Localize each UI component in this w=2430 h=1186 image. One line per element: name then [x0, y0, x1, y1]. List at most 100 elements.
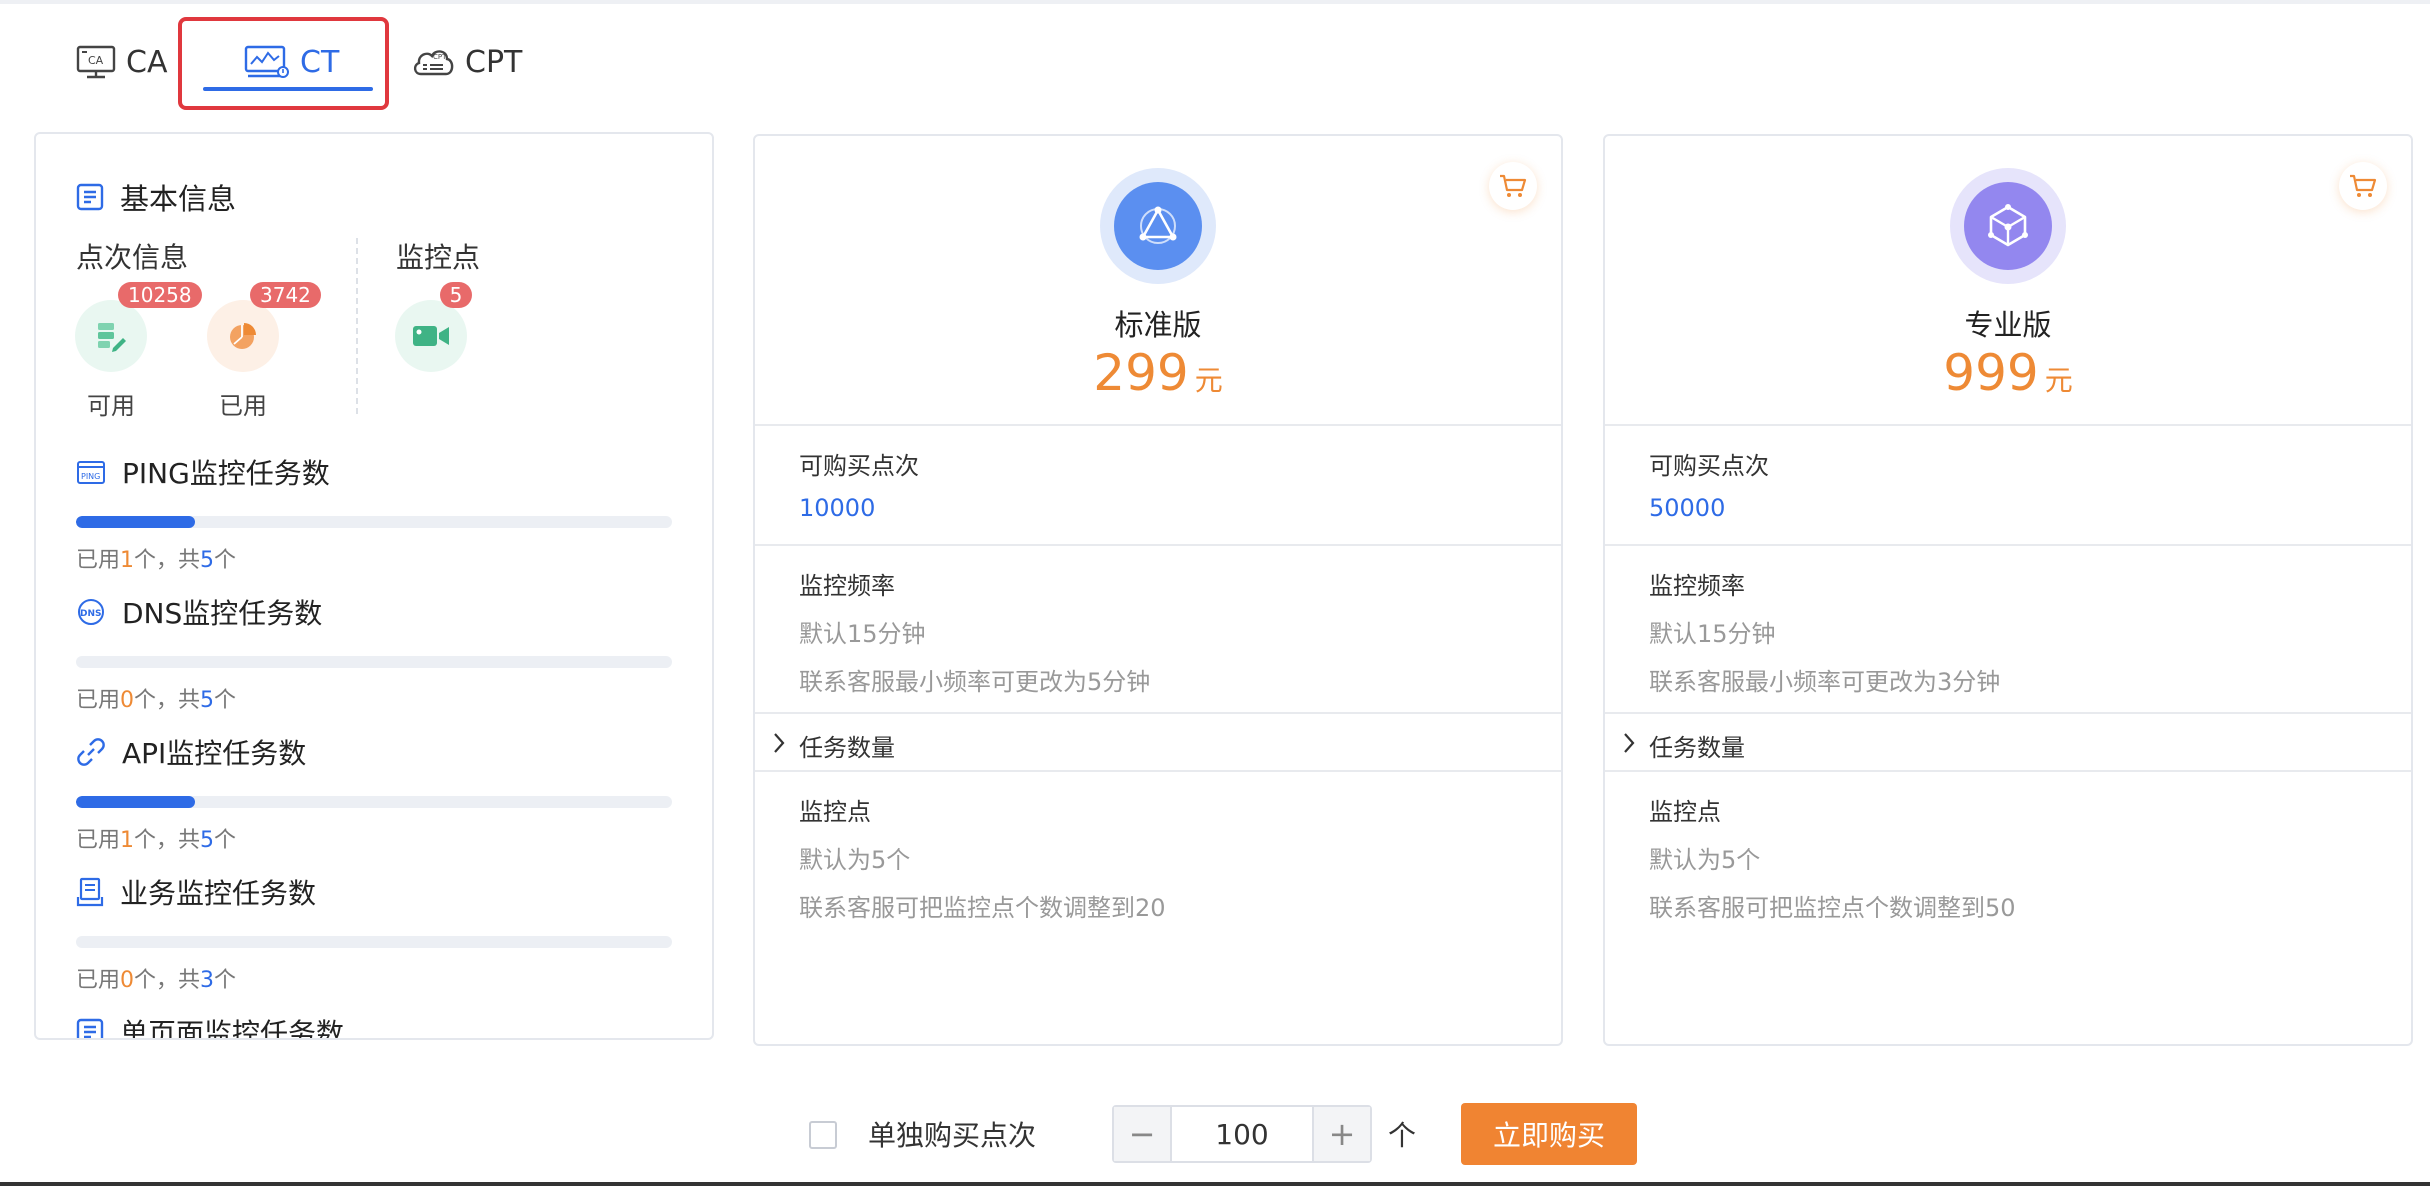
task-usage-text: 已用1个，共5个	[76, 548, 237, 573]
document-list-icon	[76, 183, 104, 211]
used-points-stat: 3742 已用	[198, 282, 321, 421]
buy-now-button[interactable]: 立即购买	[1461, 1103, 1637, 1165]
frequency-default: 默认15分钟	[1649, 620, 1776, 648]
task-progress-fill	[76, 516, 196, 528]
svg-text:CA: CA	[88, 54, 104, 67]
monitor-title: 监控点	[799, 798, 871, 826]
task-usage-text: 已用1个，共5个	[76, 828, 237, 853]
svg-text:DNS: DNS	[80, 609, 102, 619]
available-icon-circle	[75, 300, 147, 372]
api-task-block: API监控任务数 已用1个，共5个	[76, 732, 672, 854]
frequency-row: 监控频率 默认15分钟 联系客服最小频率可更改为5分钟	[755, 544, 1561, 712]
task-title: 单页面监控任务数	[120, 1017, 345, 1040]
monitor-default: 默认为5个	[1649, 846, 1761, 874]
cart-button-standard[interactable]	[1489, 162, 1537, 210]
available-points-stat: 10258 可用	[66, 282, 202, 421]
page-icon	[76, 1018, 104, 1038]
points-title: 可购买点次	[1649, 452, 1769, 480]
points-info-title: 点次信息	[76, 241, 189, 274]
tab-cpt[interactable]: CPT CPT	[411, 42, 522, 82]
task-title: DNS监控任务数	[122, 597, 323, 630]
tab-cpt-label: CPT	[465, 44, 523, 80]
points-value: 10000	[799, 494, 876, 522]
task-title: 业务监控任务数	[120, 877, 317, 910]
plan-price: 299 元	[1093, 344, 1223, 402]
monitor-note: 联系客服可把监控点个数调整到20	[799, 894, 1166, 922]
cart-icon	[2350, 174, 2377, 197]
task-count-row[interactable]: 任务数量	[1605, 712, 2411, 770]
task-count-row[interactable]: 任务数量	[755, 712, 1561, 770]
used-badge: 3742	[250, 282, 321, 308]
monitor-note: 联系客服可把监控点个数调整到50	[1649, 894, 2016, 922]
task-progress-track	[76, 656, 672, 668]
database-edit-icon	[98, 323, 126, 352]
frequency-title: 监控频率	[799, 572, 895, 600]
cloud-cpt-icon: CPT	[413, 50, 454, 76]
basic-info-title: 基本信息	[120, 182, 237, 216]
monitor-ca-icon: CA	[76, 45, 116, 79]
monitor-points-title: 监控点	[396, 241, 481, 274]
tab-ca[interactable]: CA CA	[76, 42, 167, 82]
task-progress-track	[76, 516, 672, 528]
cart-icon	[1500, 174, 1527, 197]
plan-icon-ring	[1100, 168, 1216, 284]
monitor-title: 监控点	[1649, 798, 1721, 826]
task-title: PING监控任务数	[122, 457, 330, 490]
camera-icon-circle	[395, 300, 467, 372]
video-camera-icon	[413, 326, 449, 346]
chevron-right-icon	[774, 733, 785, 753]
frequency-note: 联系客服最小频率可更改为3分钟	[1649, 668, 2001, 696]
monitor-row: 监控点 默认为5个 联系客服可把监控点个数调整到20	[755, 770, 1561, 1044]
dns-task-block: DNS DNS监控任务数 已用0个，共5个	[76, 592, 672, 714]
basic-info-heading: 基本信息	[76, 176, 236, 218]
points-row: 可购买点次 10000	[755, 424, 1561, 544]
task-progress-track	[76, 936, 672, 948]
plan-card-standard[interactable]: 标准版 299 元 可购买点次 10000 监控频率 默认15分钟 联系客服最小频…	[753, 134, 1563, 1046]
used-label: 已用	[219, 392, 267, 420]
pie-chart-icon	[230, 323, 256, 349]
points-row: 可购买点次 50000	[1605, 424, 2411, 544]
decrement-button[interactable]: −	[1114, 1107, 1170, 1161]
cart-button-pro[interactable]	[2339, 162, 2387, 210]
quantity-stepper: − 100 +	[1112, 1105, 1372, 1163]
points-value: 50000	[1649, 494, 1726, 522]
available-label: 可用	[87, 392, 135, 420]
business-icon	[76, 877, 104, 907]
frequency-title: 监控频率	[1649, 572, 1745, 600]
tab-ca-label: CA	[126, 44, 168, 80]
monitor-points-badge: 5	[440, 282, 472, 308]
monitor-default: 默认为5个	[799, 846, 911, 874]
quantity-unit: 个	[1388, 1119, 1417, 1152]
info-divider	[356, 238, 358, 414]
top-divider	[0, 0, 2430, 4]
monitor-points-stat: 5	[386, 282, 476, 372]
available-badge: 10258	[118, 282, 202, 308]
task-progress-track	[76, 796, 672, 808]
increment-button[interactable]: +	[1314, 1107, 1370, 1161]
task-usage-text: 已用0个，共5个	[76, 688, 237, 713]
points-title: 可购买点次	[799, 452, 919, 480]
single-page-task-block: 单页面监控任务数	[76, 1012, 672, 1040]
separate-purchase-label[interactable]: 单独购买点次	[868, 1114, 1036, 1154]
basic-info-panel: 基本信息 点次信息 监控点 10258 可用 3742 已用 5 PING PI…	[34, 132, 714, 1040]
quantity-input[interactable]: 100	[1170, 1107, 1314, 1161]
frequency-row: 监控频率 默认15分钟 联系客服最小频率可更改为3分钟	[1605, 544, 2411, 712]
used-icon-circle	[207, 300, 279, 372]
plan-card-pro[interactable]: 专业版 999 元 可购买点次 50000 监控频率 默认15分钟 联系客服最小频…	[1603, 134, 2413, 1046]
plan-icon-core	[1964, 182, 2052, 270]
plan-icon-ring	[1950, 168, 2066, 284]
task-title: API监控任务数	[122, 737, 307, 770]
svg-text:CPT: CPT	[433, 53, 447, 61]
triangle-network-icon	[1139, 206, 1177, 244]
task-count-title: 任务数量	[799, 734, 895, 762]
api-link-icon	[77, 738, 105, 766]
task-count-title: 任务数量	[1649, 734, 1745, 762]
task-progress-fill	[76, 796, 196, 808]
separate-purchase-checkbox[interactable]	[809, 1121, 837, 1149]
chevron-right-icon	[1624, 733, 1635, 753]
frequency-default: 默认15分钟	[799, 620, 926, 648]
bottom-edge	[0, 1182, 2430, 1186]
frequency-note: 联系客服最小频率可更改为5分钟	[799, 668, 1151, 696]
plan-name: 标准版	[1114, 308, 1202, 342]
svg-text:PING: PING	[81, 472, 100, 481]
